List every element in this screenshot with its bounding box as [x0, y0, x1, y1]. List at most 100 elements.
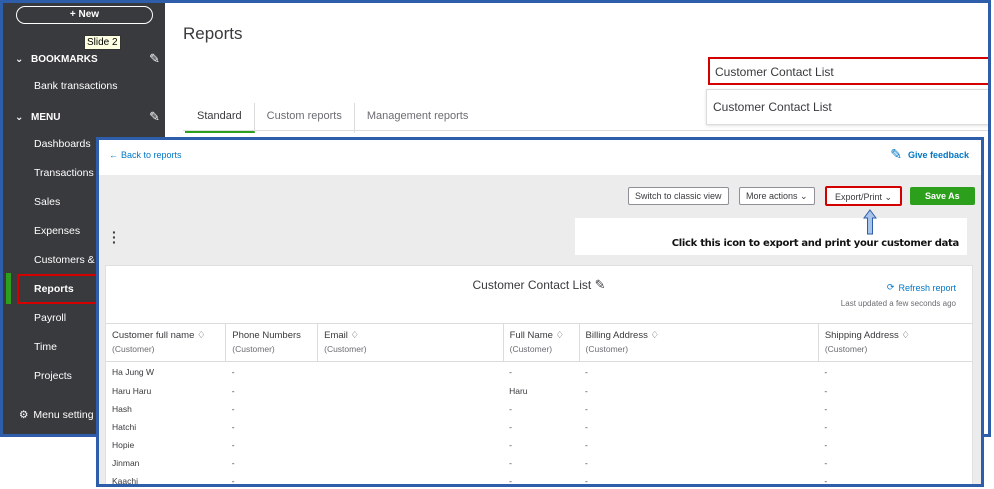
tab-standard[interactable]: Standard	[185, 103, 255, 133]
refresh-icon: ⟳	[886, 282, 895, 292]
table-cell	[318, 362, 504, 382]
chevron-down-icon: ⌄	[800, 191, 808, 201]
table-cell: -	[231, 385, 235, 396]
table-cell: Haru Haru	[112, 385, 152, 396]
table-row[interactable]: Hatchi - - - -	[106, 418, 972, 436]
export-print-button[interactable]: Export/Print ⌄	[825, 186, 903, 206]
report-search-input[interactable]: Customer Contact List	[708, 57, 988, 85]
sidebar-item-reports[interactable]: Reports	[34, 283, 74, 295]
report-window: ← Back to reports ✎ Give feedback Switch…	[96, 137, 984, 487]
last-updated-text: Last updated a few seconds ago	[840, 299, 956, 308]
table-cell: -	[231, 457, 235, 468]
tab-custom-reports[interactable]: Custom reports	[255, 103, 355, 133]
column-header: Phone Numbers (Customer)	[225, 323, 318, 362]
table-cell: -	[585, 439, 588, 450]
table-cell: Hatchi	[112, 421, 137, 432]
menu-header[interactable]: ⌄ MENU ✎	[15, 109, 160, 125]
callout-text: Click this icon to export and print your…	[671, 238, 960, 249]
edit-title-icon[interactable]: ✎	[595, 277, 606, 292]
sidebar-item-dashboards[interactable]: Dashboards	[34, 138, 91, 150]
table-header-row: Customer full name ♢ (Customer) Phone Numb…	[106, 323, 972, 362]
switch-classic-button[interactable]: Switch to classic view	[628, 187, 729, 205]
table-cell: -	[824, 421, 828, 432]
column-header-sub: (Customer)	[585, 344, 629, 354]
give-feedback-link[interactable]: ✎ Give feedback	[890, 146, 969, 163]
table-cell	[318, 436, 504, 454]
table-body: Ha Jung W - - - - Haru Haru - Haru - - Hash - - - - Hat…	[106, 362, 972, 486]
report-title: Customer Contact List ✎	[106, 277, 972, 293]
column-header-sub: (Customer)	[232, 344, 275, 354]
refresh-label: Refresh report	[898, 282, 956, 293]
sidebar-item-projects[interactable]: Projects	[34, 370, 72, 382]
table-cell: -	[824, 385, 828, 396]
menu-settings[interactable]: ⚙ Menu setting	[19, 409, 94, 421]
chevron-down-icon: ⌄	[884, 192, 893, 202]
table-cell: -	[509, 403, 512, 414]
search-suggestion[interactable]: Customer Contact List	[706, 89, 988, 125]
save-as-button[interactable]: Save As	[910, 187, 975, 205]
report-tabs: Standard Custom reports Management repor…	[185, 103, 480, 133]
table-cell: -	[585, 403, 588, 414]
table-cell: -	[509, 475, 512, 486]
edit-bookmarks-icon[interactable]: ✎	[149, 51, 160, 67]
instruction-callout: Click this icon to export and print your…	[575, 209, 967, 255]
back-label: Back to reports	[121, 150, 182, 160]
chevron-down-icon: ⌄	[15, 53, 24, 65]
table-cell: Hash	[112, 403, 132, 414]
refresh-report-link[interactable]: ⟳ Refresh report	[887, 282, 956, 293]
table-cell: -	[824, 403, 828, 414]
report-topbar: ← Back to reports ✎ Give feedback	[99, 140, 981, 175]
column-header[interactable]: Customer full name ♢ (Customer)	[106, 323, 226, 362]
more-actions-button[interactable]: More actions ⌄	[739, 187, 815, 205]
column-header-label: Shipping Address ♢	[824, 330, 910, 341]
sidebar-item-sales[interactable]: Sales	[34, 196, 60, 208]
column-header-sub: (Customer)	[824, 344, 868, 354]
tab-management-reports[interactable]: Management reports	[355, 103, 481, 133]
table-cell: -	[585, 385, 588, 396]
sidebar-item-bank-transactions[interactable]: Bank transactions	[34, 80, 117, 92]
active-indicator	[6, 273, 11, 304]
table-row[interactable]: Hash - - - -	[106, 400, 972, 418]
table-cell: -	[824, 457, 828, 468]
table-row[interactable]: Hopie - - - -	[106, 436, 972, 454]
sidebar-item-transactions[interactable]: Transactions	[34, 167, 94, 179]
back-to-reports-link[interactable]: ← Back to reports	[109, 150, 182, 160]
bookmarks-label: BOOKMARKS	[31, 53, 98, 65]
tabs-divider	[183, 130, 988, 131]
column-header[interactable]: Full Name ♢ (Customer)	[502, 323, 580, 362]
bookmarks-header[interactable]: ⌄ BOOKMARKS ✎	[15, 51, 160, 67]
column-header[interactable]: Billing Address ♢ (Customer)	[578, 323, 819, 362]
table-cell	[318, 454, 504, 472]
sidebar-item-customers[interactable]: Customers & l	[34, 254, 100, 266]
report-panel: Customer Contact List ✎ ⟳ Refresh report…	[105, 265, 973, 486]
column-header[interactable]: Shipping Address ♢ (Customer)	[817, 323, 972, 362]
table-cell: Ha Jung W	[112, 366, 155, 377]
table-row[interactable]: Haru Haru - Haru - -	[106, 382, 972, 400]
sidebar-item-time[interactable]: Time	[34, 341, 57, 353]
table-row[interactable]: Ha Jung W - - - -	[106, 362, 972, 382]
page-title: Reports	[183, 24, 243, 43]
report-title-text: Customer Contact List	[472, 278, 592, 292]
menu-settings-label: Menu setting	[33, 409, 94, 421]
column-header-label: Email ♢	[324, 330, 360, 341]
column-header-label: Full Name ♢	[509, 330, 565, 341]
table-cell: -	[509, 439, 512, 450]
table-cell: -	[231, 475, 235, 486]
chevron-down-icon: ⌄	[15, 111, 24, 123]
table-cell: Hopie	[112, 439, 135, 450]
sidebar-item-payroll[interactable]: Payroll	[34, 312, 66, 324]
column-header[interactable]: Email ♢ (Customer)	[317, 323, 504, 362]
table-cell: -	[509, 366, 512, 377]
sidebar-item-expenses[interactable]: Expenses	[34, 225, 80, 237]
new-button[interactable]: + New	[16, 6, 153, 24]
edit-menu-icon[interactable]: ✎	[149, 109, 160, 125]
table-row[interactable]: Jinman - - - -	[106, 454, 972, 472]
menu-label: MENU	[31, 111, 61, 123]
kebab-menu-icon[interactable]: · · ·	[112, 225, 117, 249]
arrow-up-icon	[863, 209, 877, 235]
table-row[interactable]: Kaachi - - - -	[106, 472, 972, 486]
column-header-label: Phone Numbers	[232, 330, 301, 341]
table-cell: Jinman	[112, 457, 140, 468]
table-cell: -	[231, 439, 235, 450]
column-header-label: Billing Address ♢	[585, 330, 659, 341]
